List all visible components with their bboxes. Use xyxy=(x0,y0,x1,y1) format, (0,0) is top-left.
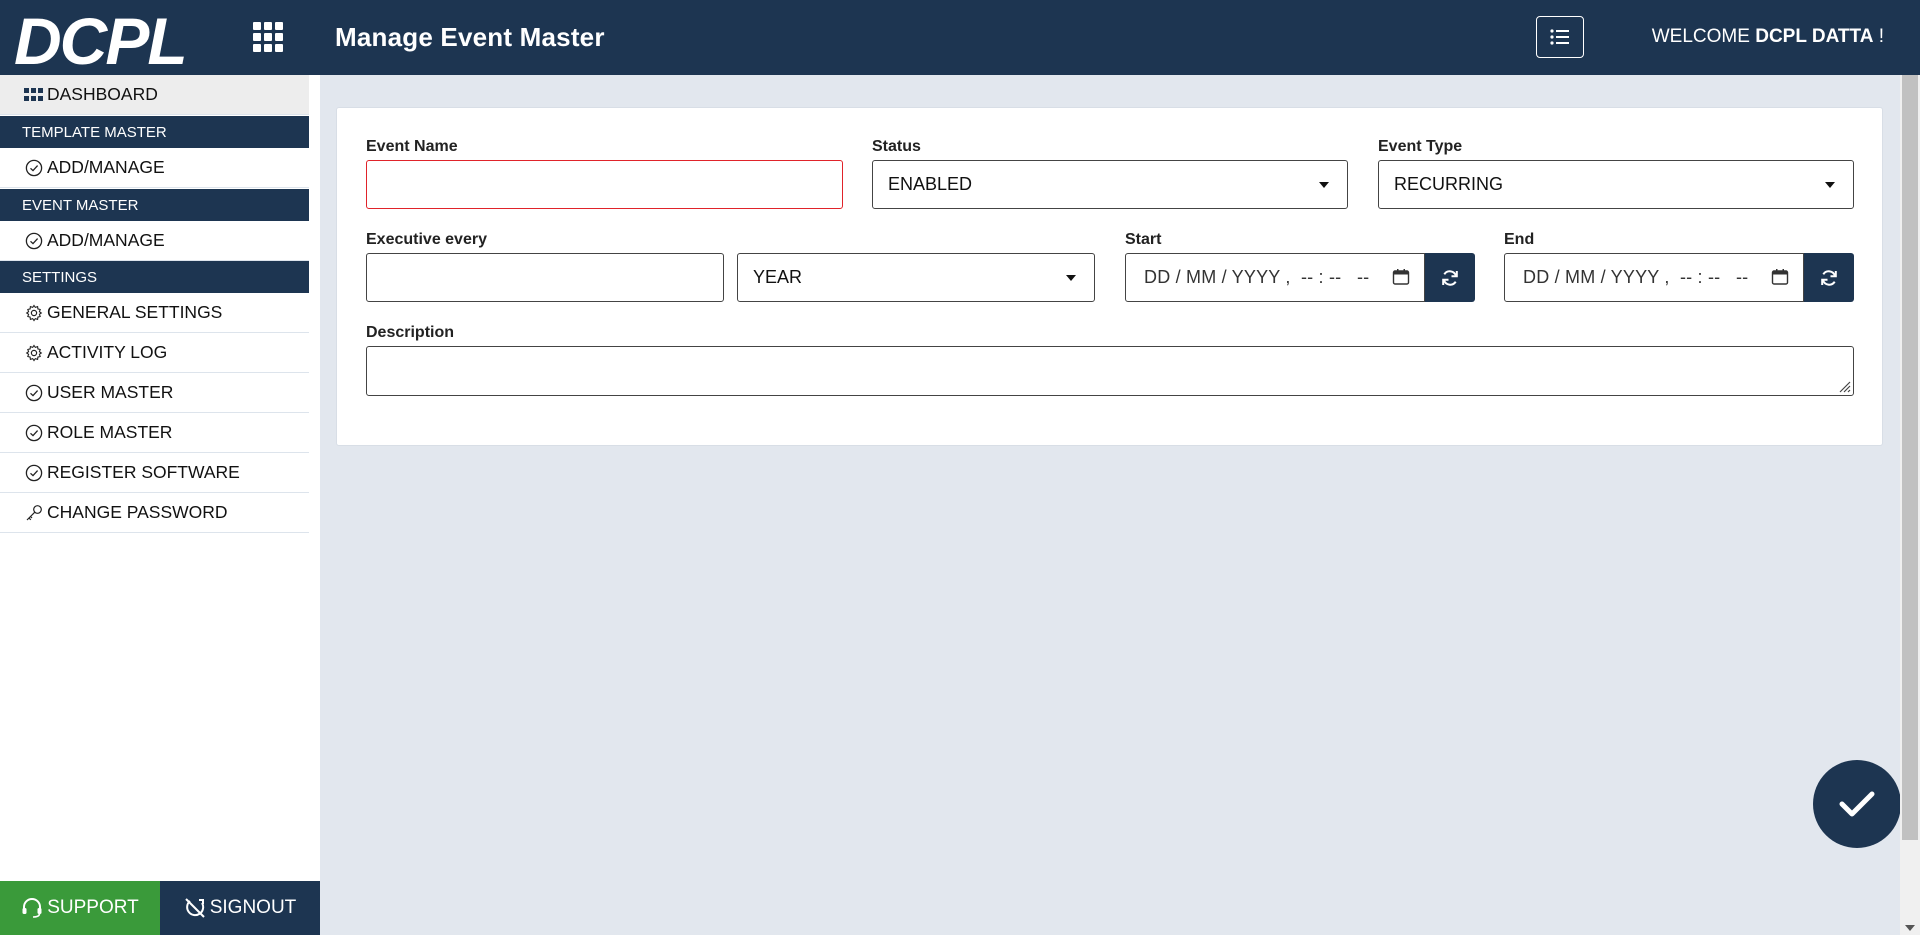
calendar-icon[interactable] xyxy=(1392,268,1410,286)
check-circle-icon xyxy=(24,231,44,251)
welcome-message: WELCOME DCPL DATTA ! xyxy=(1652,26,1884,48)
event-type-value: RECURRING xyxy=(1394,174,1504,194)
section-settings: SETTINGS xyxy=(0,261,309,293)
check-circle-icon xyxy=(24,383,44,403)
end-refresh-button[interactable] xyxy=(1804,253,1854,302)
sidebar-item-label: DASHBOARD xyxy=(47,84,158,104)
sidebar-item-activity-log[interactable]: ACTIVITY LOG xyxy=(0,333,309,373)
sidebar-item-general-settings[interactable]: GENERAL SETTINGS xyxy=(0,293,309,333)
welcome-suffix: ! xyxy=(1878,26,1884,47)
chevron-down-icon xyxy=(1825,182,1835,188)
check-circle-icon xyxy=(24,463,44,483)
event-type-select[interactable]: RECURRING xyxy=(1378,160,1854,209)
checkmark-icon xyxy=(1839,791,1875,817)
sidebar-item-label: ROLE MASTER xyxy=(47,422,173,442)
page-scrollbar[interactable] xyxy=(1900,75,1920,935)
end-placeholder: DD / MM / YYYY , -- : -- -- xyxy=(1523,267,1749,287)
headset-icon xyxy=(22,898,42,918)
sidebar-item-label: ADD/MANAGE xyxy=(47,230,165,250)
resize-grip-icon[interactable] xyxy=(1837,379,1851,393)
gear-icon xyxy=(24,303,44,323)
period-value: YEAR xyxy=(753,267,803,287)
scroll-down-arrow-icon[interactable] xyxy=(1905,925,1915,931)
description-label: Description xyxy=(366,324,455,341)
support-label: SUPPORT xyxy=(47,897,139,918)
save-button[interactable] xyxy=(1813,760,1901,848)
executive-every-input[interactable] xyxy=(366,253,724,302)
description-textarea[interactable] xyxy=(366,346,1854,396)
event-name-label: Event Name xyxy=(366,138,458,155)
executive-every-label: Executive every xyxy=(366,231,487,248)
check-circle-icon xyxy=(24,158,44,178)
scrollbar-thumb[interactable] xyxy=(1902,75,1918,840)
start-datetime-input[interactable]: DD / MM / YYYY , -- : -- -- xyxy=(1125,253,1425,302)
check-circle-icon xyxy=(24,423,44,443)
top-header: DCPL Manage Event Master WELCOME DCPL DA… xyxy=(0,0,1920,75)
welcome-prefix: WELCOME xyxy=(1651,26,1750,47)
event-form-card: Event Name Status ENABLED Event Type REC… xyxy=(336,107,1883,446)
refresh-icon xyxy=(1442,269,1458,286)
sidebar-item-label: GENERAL SETTINGS xyxy=(47,302,223,322)
list-icon xyxy=(1550,29,1569,45)
signout-icon xyxy=(185,898,205,918)
sidebar-item-role-master[interactable]: ROLE MASTER xyxy=(0,413,309,453)
start-refresh-button[interactable] xyxy=(1425,253,1475,302)
sidebar-item-label: USER MASTER xyxy=(47,382,174,402)
sidebar-item-dashboard[interactable]: DASHBOARD xyxy=(0,75,309,115)
event-type-label: Event Type xyxy=(1378,138,1463,155)
sidebar-item-label: ADD/MANAGE xyxy=(47,157,165,177)
support-button[interactable]: SUPPORT xyxy=(0,881,160,935)
section-template-master: TEMPLATE MASTER xyxy=(0,116,309,148)
chevron-down-icon xyxy=(1319,182,1329,188)
sidebar-item-user-master[interactable]: USER MASTER xyxy=(0,373,309,413)
page-title: Manage Event Master xyxy=(335,22,605,52)
sidebar-item-register-software[interactable]: REGISTER SOFTWARE xyxy=(0,453,309,493)
svg-text:DCPL: DCPL xyxy=(14,6,186,70)
sidebar-item-label: CHANGE PASSWORD xyxy=(47,502,228,522)
end-label: End xyxy=(1504,231,1535,248)
refresh-icon xyxy=(1821,269,1837,286)
signout-label: SIGNOUT xyxy=(209,897,297,918)
event-name-input[interactable] xyxy=(366,160,843,209)
dashboard-icon xyxy=(24,85,44,105)
sidebar-item-label: REGISTER SOFTWARE xyxy=(47,462,240,482)
start-placeholder: DD / MM / YYYY , -- : -- -- xyxy=(1144,267,1370,287)
end-datetime-input[interactable]: DD / MM / YYYY , -- : -- -- xyxy=(1504,253,1804,302)
sidebar: DASHBOARD TEMPLATE MASTER ADD/MANAGE EVE… xyxy=(0,75,320,935)
dcpl-logo: DCPL xyxy=(14,6,188,70)
period-select[interactable]: YEAR xyxy=(737,253,1095,302)
status-label: Status xyxy=(872,138,921,155)
start-label: Start xyxy=(1125,231,1162,248)
sidebar-item-event-add-manage[interactable]: ADD/MANAGE xyxy=(0,221,309,261)
sidebar-item-label: ACTIVITY LOG xyxy=(47,342,168,362)
status-value: ENABLED xyxy=(888,174,973,194)
list-view-button[interactable] xyxy=(1536,16,1584,58)
user-name: DCPL DATTA xyxy=(1755,26,1874,47)
section-event-master: EVENT MASTER xyxy=(0,189,309,221)
sidebar-footer: SUPPORT SIGNOUT xyxy=(0,881,320,935)
gear-icon xyxy=(24,343,44,363)
calendar-icon[interactable] xyxy=(1771,268,1789,286)
signout-button[interactable]: SIGNOUT xyxy=(160,881,320,935)
grid-icon[interactable] xyxy=(253,22,283,52)
status-select[interactable]: ENABLED xyxy=(872,160,1348,209)
sidebar-item-change-password[interactable]: CHANGE PASSWORD xyxy=(0,493,309,533)
chevron-down-icon xyxy=(1066,275,1076,281)
sidebar-item-template-add-manage[interactable]: ADD/MANAGE xyxy=(0,148,309,188)
key-icon xyxy=(24,503,44,523)
